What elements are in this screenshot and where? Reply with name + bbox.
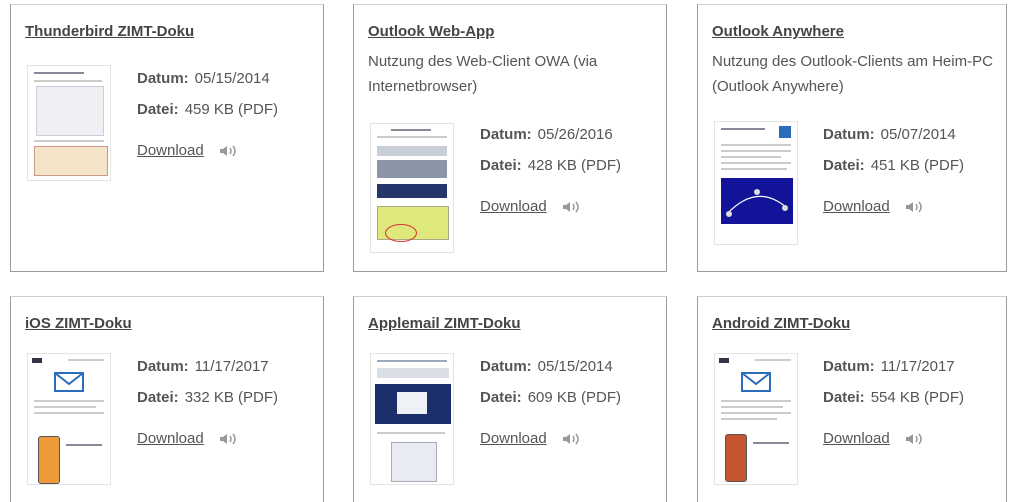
file-label: Datei: (137, 101, 179, 118)
speaker-icon[interactable] (218, 431, 238, 447)
file-size-value: 332 KB (PDF) (184, 389, 279, 406)
file-size-value: 609 KB (PDF) (527, 389, 622, 406)
card-description: Nutzung des Outlook-Clients am Heim-PC (… (712, 53, 993, 95)
mail-icon (741, 372, 771, 397)
file-size-value: 451 KB (PDF) (870, 157, 965, 174)
file-label: Datei: (823, 157, 865, 174)
download-link[interactable]: Download (137, 430, 204, 447)
date-value: 11/17/2017 (880, 358, 955, 375)
download-link[interactable]: Download (480, 198, 547, 215)
date-label: Datum: (137, 70, 189, 87)
doc-meta: Datum: 05/15/2014 Datei: 609 KB (PDF) Down… (480, 351, 621, 451)
file-label: Datei: (137, 389, 179, 406)
download-link[interactable]: Download (823, 430, 890, 447)
date-value: 05/26/2016 (537, 126, 613, 143)
doc-meta: Datum: 05/07/2014 Datei: 451 KB (PDF) Down… (823, 119, 964, 219)
doc-card-thunderbird: Thunderbird ZIMT-Doku Datum: 05/15/2014 D… (10, 4, 324, 272)
document-thumbnail[interactable] (370, 353, 454, 485)
card-title-link[interactable]: Android ZIMT-Doku (712, 315, 850, 332)
date-value: 11/17/2017 (194, 358, 269, 375)
card-description: Nutzung des Web-Client OWA (via Internet… (368, 53, 598, 95)
speaker-icon[interactable] (904, 431, 924, 447)
download-link[interactable]: Download (823, 198, 890, 215)
doc-meta: Datum: 11/17/2017 Datei: 332 KB (PDF) Down… (137, 351, 278, 451)
date-value: 05/07/2014 (880, 126, 956, 143)
document-thumbnail[interactable] (27, 353, 111, 485)
document-thumbnail[interactable] (27, 65, 111, 181)
speaker-icon[interactable] (561, 431, 581, 447)
document-thumbnail[interactable] (714, 121, 798, 245)
file-size-value: 428 KB (PDF) (527, 157, 622, 174)
mail-icon (54, 372, 84, 397)
file-label: Datei: (480, 389, 522, 406)
card-title-link[interactable]: iOS ZIMT-Doku (25, 315, 132, 332)
doc-meta: Datum: 05/15/2014 Datei: 459 KB (PDF) Down… (137, 63, 278, 163)
doc-card-outlook-web-app: Outlook Web-App Nutzung des Web-Client O… (353, 4, 667, 272)
date-value: 05/15/2014 (194, 70, 270, 87)
file-size-value: 459 KB (PDF) (184, 101, 279, 118)
card-title-link[interactable]: Outlook Web-App (368, 23, 494, 40)
speaker-icon[interactable] (561, 199, 581, 215)
doc-card-outlook-anywhere: Outlook Anywhere Nutzung des Outlook-Cli… (697, 4, 1007, 272)
file-size-value: 554 KB (PDF) (870, 389, 965, 406)
download-link[interactable]: Download (480, 430, 547, 447)
date-label: Datum: (823, 126, 875, 143)
download-link[interactable]: Download (137, 142, 204, 159)
card-title-link[interactable]: Outlook Anywhere (712, 23, 844, 40)
date-label: Datum: (480, 126, 532, 143)
doc-card-applemail: Applemail ZIMT-Doku Datum: 05/15/2014 Dat… (353, 296, 667, 502)
file-label: Datei: (823, 389, 865, 406)
doc-meta: Datum: 11/17/2017 Datei: 554 KB (PDF) Down… (823, 351, 964, 451)
speaker-icon[interactable] (218, 143, 238, 159)
date-value: 05/15/2014 (537, 358, 613, 375)
date-label: Datum: (137, 358, 189, 375)
card-title-link[interactable]: Applemail ZIMT-Doku (368, 315, 521, 332)
document-thumbnail[interactable] (370, 123, 454, 253)
doc-meta: Datum: 05/26/2016 Datei: 428 KB (PDF) Down… (480, 119, 621, 219)
doc-card-android: Android ZIMT-Doku Datum: 11/17/2017 Datei… (697, 296, 1007, 502)
date-label: Datum: (823, 358, 875, 375)
doc-card-ios: iOS ZIMT-Doku Datum: 11/17/2017 Datei: 332… (10, 296, 324, 502)
card-title-link[interactable]: Thunderbird ZIMT-Doku (25, 23, 194, 40)
document-thumbnail[interactable] (714, 353, 798, 485)
speaker-icon[interactable] (904, 199, 924, 215)
date-label: Datum: (480, 358, 532, 375)
file-label: Datei: (480, 157, 522, 174)
